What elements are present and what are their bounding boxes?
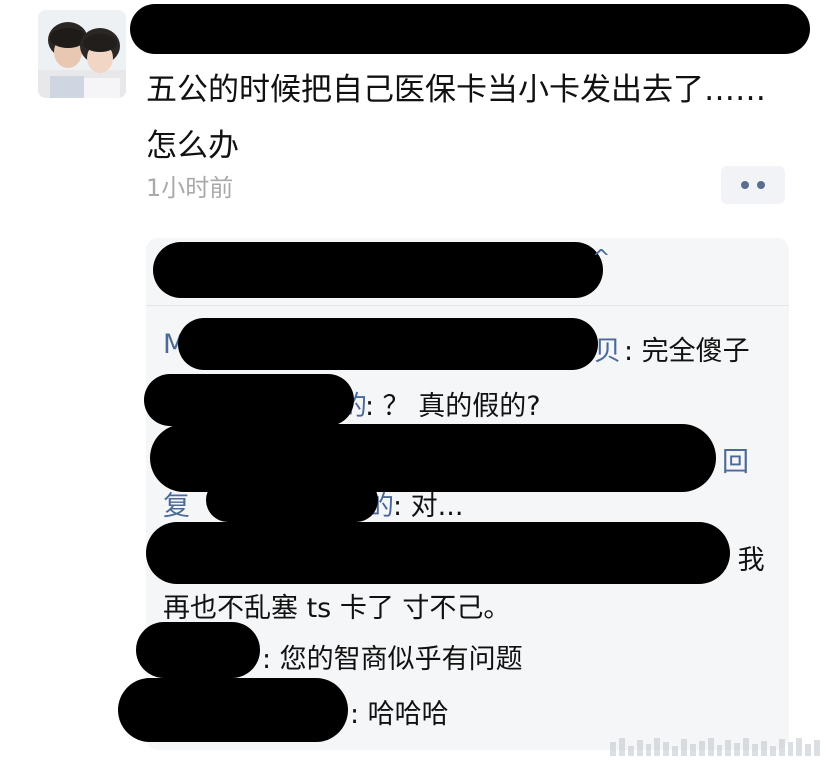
comment-7-text: : 哈哈哈 (350, 699, 449, 730)
comment-2-text: : ？ 真的假的? (365, 391, 541, 422)
comment-6-name-redaction (136, 622, 260, 678)
collapse-icon[interactable]: ^ (592, 246, 610, 271)
comment-3-reply[interactable]: 回 (722, 440, 749, 479)
watermark (610, 732, 820, 756)
comment-header-redaction (153, 242, 603, 298)
comment-divider (146, 305, 789, 306)
more-button[interactable] (721, 166, 785, 204)
comment-4-name-redaction (206, 478, 378, 522)
more-dots-icon (741, 181, 749, 189)
comment-6-text: : 您的智商似乎有问题 (262, 644, 523, 675)
comment-4-text: : 对... (393, 491, 464, 522)
post-timestamp: 1小时前 (146, 174, 234, 202)
comment-2-name-redaction (144, 374, 354, 426)
comment-7-name-redaction (118, 678, 348, 742)
avatar-photo (38, 10, 126, 98)
comment-5-name-redaction (146, 522, 730, 584)
comment-5-continued: 再也不乱塞 ts 卡了 寸不己。 (163, 593, 511, 624)
comment-1-text: : 完全傻子 (624, 336, 750, 367)
comment-1-name-redaction (178, 318, 598, 370)
comment-1-name-tail[interactable]: 贝 (594, 329, 621, 368)
comment-4-prefix[interactable]: 复 (163, 484, 190, 523)
avatar[interactable] (38, 10, 126, 98)
username-redaction (130, 4, 810, 54)
more-dots-icon (757, 181, 765, 189)
post-text: 五公的时候把自己医保卡当小卡发出去了……怎么办 (146, 72, 766, 164)
